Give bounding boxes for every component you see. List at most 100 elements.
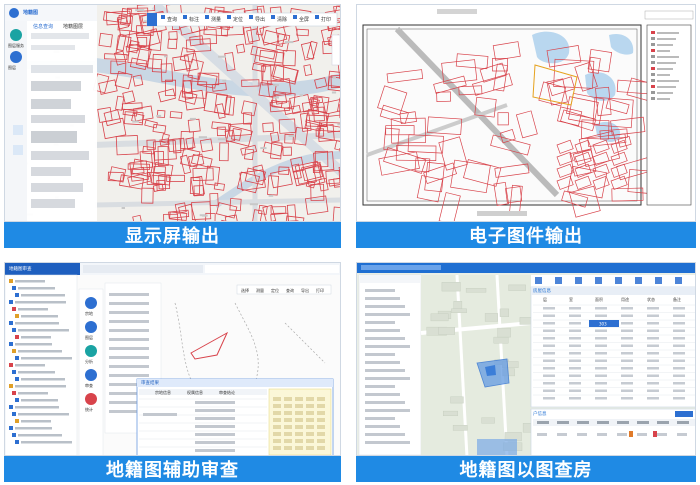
house-table-cell [569, 367, 581, 370]
legend-text [657, 98, 670, 100]
side-item-service[interactable]: 图层服务 [8, 43, 24, 49]
house-table-cell [595, 367, 607, 370]
list-row [109, 329, 149, 332]
tree-label [21, 378, 65, 381]
house-toolbar-icon [615, 277, 622, 284]
tree-label [21, 399, 58, 402]
side-item-layer[interactable]: 图层 [8, 65, 16, 71]
toolbar-label: 导出 [255, 16, 265, 23]
review-note-cell [317, 425, 325, 429]
review-note-cell [284, 446, 292, 450]
panel-display-output: 查询 标注 测量 定位 导出 清除 全屏 打印 地籍图 信息查询 地籍图层 图层服务 图层 显… [4, 4, 341, 248]
review-note-cell [317, 446, 325, 450]
tree-icon [12, 286, 16, 290]
tree-icon [15, 335, 19, 339]
info-value-cell [557, 433, 567, 436]
parcel-label [332, 76, 336, 79]
review-note-cell [306, 439, 314, 443]
toolbar-icon [205, 15, 209, 19]
tree-icon [12, 391, 16, 395]
house-list-row [365, 425, 400, 428]
tab-info-query[interactable]: 信息查询 [33, 23, 53, 30]
side-button-label: 统计 [85, 406, 93, 412]
tree-label [15, 280, 45, 283]
review-note-cell [317, 397, 325, 401]
review-note-cell [306, 446, 314, 450]
house-table-cell [673, 314, 685, 317]
tree-icon [12, 328, 16, 332]
tree-label [18, 392, 48, 395]
review-note-cell [306, 432, 314, 436]
house-table-cell [569, 389, 581, 392]
parcel-label [164, 55, 168, 58]
parcel-label [331, 91, 337, 94]
house-list-row [365, 345, 410, 348]
caption-cadastral-review: 地籍图辅助审查 [4, 456, 341, 482]
map-toolbar-label: 导出 [301, 287, 309, 293]
review-note-cell [284, 425, 292, 429]
house-table-cell [673, 367, 685, 370]
parcel-label [260, 147, 267, 150]
house-list-row [365, 369, 405, 372]
house-list-row [365, 409, 410, 412]
house-table-cell [673, 359, 685, 362]
house-table-cell [543, 307, 555, 310]
building-block [453, 301, 463, 310]
side-button-icon [85, 297, 97, 309]
review-note-cell [295, 404, 303, 408]
review-map: 宗地图层分析审查统计 选择 测量 定位 查询 导出 打印 宗地信息 权属信息 审查结论 [5, 263, 340, 455]
review-note-cell [317, 411, 325, 415]
house-table-cell [647, 374, 659, 377]
side-button-label: 审查 [85, 382, 93, 388]
house-table-cell [621, 329, 633, 332]
house-table-cell [569, 322, 581, 325]
house-table-cell [647, 337, 659, 340]
legend-swatch [651, 43, 655, 46]
house-table-cell [673, 382, 685, 385]
house-table-cell [595, 344, 607, 347]
house-list-row [365, 401, 405, 404]
house-table-cell [543, 329, 555, 332]
building-block [484, 313, 498, 322]
house-list-row [365, 329, 400, 332]
side-button-icon [85, 369, 97, 381]
house-list-row [365, 337, 405, 340]
toolbar-icon [271, 15, 275, 19]
panel-cadastral-review: 宗地 图层 分析 审查 统计 选择 测量 定位 查询 导出 打印 宗地信息 权属信息 审查结论 [4, 262, 341, 482]
tree-icon [12, 412, 16, 416]
tree-label [18, 350, 62, 353]
house-table-header: 面积 [595, 296, 603, 302]
tree-label [21, 420, 51, 423]
legend-text [657, 32, 679, 34]
house-table-cell [569, 359, 581, 362]
review-header-title[interactable]: 地籍图审查 [9, 266, 32, 272]
review-note-cell [273, 446, 281, 450]
list-row [109, 320, 149, 323]
house-bottom-tab[interactable]: 户信息 [533, 411, 547, 417]
side-button-label: 宗地 [85, 310, 93, 316]
tab-layers[interactable]: 地籍图层 [63, 23, 83, 30]
tree-icon [15, 293, 19, 297]
building-block [497, 327, 511, 338]
tree-icon [9, 342, 13, 346]
house-table-cell [621, 314, 633, 317]
map-toolbar-label: 定位 [271, 287, 279, 293]
list-row [109, 293, 149, 296]
house-table-cell [595, 352, 607, 355]
dialog-cell [195, 417, 235, 420]
building-block [508, 284, 526, 291]
review-note-cell [273, 432, 281, 436]
side-button-icon [85, 345, 97, 357]
list-row [109, 302, 149, 305]
house-table-cell [673, 322, 685, 325]
info-header-cell [577, 421, 589, 424]
house-table-cell [647, 382, 659, 385]
building-block [451, 308, 467, 313]
map-toolbar-label: 测量 [256, 287, 264, 293]
info-header-cell [637, 421, 649, 424]
house-table-cell [569, 329, 581, 332]
building-block [442, 410, 458, 417]
house-table-cell [543, 389, 555, 392]
review-note-cell [284, 404, 292, 408]
house-list-row [365, 305, 405, 308]
